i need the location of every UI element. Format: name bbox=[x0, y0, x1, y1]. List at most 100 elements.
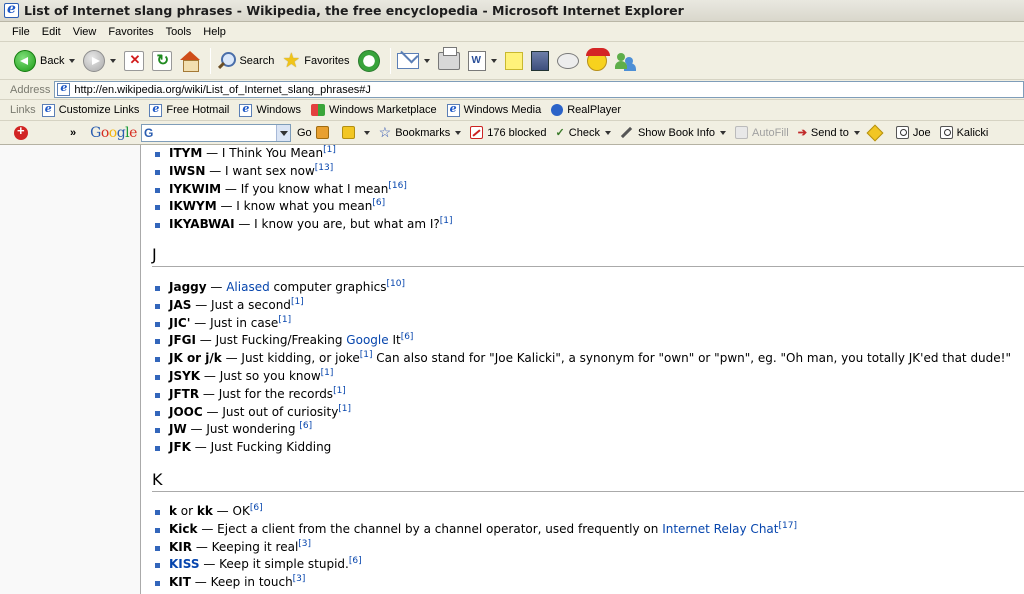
slang-term: JIC' bbox=[169, 315, 191, 330]
internet-relay-chat-link[interactable]: Internet Relay Chat bbox=[662, 522, 778, 536]
search-button[interactable]: Search bbox=[217, 46, 274, 76]
edit-dropdown-icon[interactable] bbox=[490, 58, 497, 63]
address-input[interactable]: http://en.wikipedia.org/wiki/List_of_Int… bbox=[54, 81, 1024, 98]
menu-view[interactable]: View bbox=[73, 26, 97, 38]
note-button[interactable] bbox=[504, 46, 523, 76]
link-customize-links[interactable]: Customize Links bbox=[41, 102, 139, 117]
reference-link[interactable]: [1] bbox=[278, 315, 291, 325]
section-heading-j: J bbox=[152, 245, 1024, 267]
reference-link[interactable]: [1] bbox=[360, 350, 373, 360]
back-button[interactable]: Back bbox=[14, 46, 76, 76]
send-to-button[interactable]: ➔ Send to bbox=[798, 126, 860, 139]
bookmarks-dropdown-icon[interactable] bbox=[455, 130, 462, 135]
content-border bbox=[140, 145, 141, 594]
link-free-hotmail[interactable]: Free Hotmail bbox=[149, 102, 229, 117]
home-button[interactable] bbox=[180, 46, 201, 76]
reference-link[interactable]: [1] bbox=[323, 145, 336, 155]
page-icon bbox=[57, 81, 71, 96]
popup-blocker-button[interactable]: 176 blocked bbox=[470, 126, 547, 139]
reference-link[interactable]: [3] bbox=[298, 539, 311, 549]
address-url[interactable]: http://en.wikipedia.org/wiki/List_of_Int… bbox=[74, 84, 371, 96]
history-button[interactable] bbox=[357, 46, 380, 76]
gadgets-dropdown-icon[interactable] bbox=[363, 130, 370, 135]
highlight-button[interactable] bbox=[866, 124, 887, 141]
reference-link[interactable]: [17] bbox=[778, 521, 796, 531]
reference-link[interactable]: [1] bbox=[333, 386, 346, 396]
reference-link[interactable]: [3] bbox=[293, 574, 306, 584]
slang-term: Kick bbox=[169, 521, 198, 536]
reference-link[interactable]: [1] bbox=[321, 368, 334, 378]
show-book-info-button[interactable]: Show Book Info bbox=[620, 127, 727, 139]
menu-help[interactable]: Help bbox=[203, 26, 226, 38]
gadgets-icon bbox=[341, 126, 355, 139]
google-search-input[interactable]: G bbox=[140, 123, 291, 142]
menu-file[interactable]: File bbox=[12, 26, 30, 38]
mail-button[interactable] bbox=[396, 46, 430, 76]
smiley-button[interactable] bbox=[585, 46, 610, 76]
menu-edit[interactable]: Edit bbox=[42, 26, 61, 38]
messenger-button[interactable] bbox=[614, 46, 637, 76]
list-item: IYKWIM — If you know what I mean[16] bbox=[152, 181, 1024, 199]
send-to-dropdown-icon[interactable] bbox=[853, 130, 860, 135]
link-windows[interactable]: Windows bbox=[239, 102, 301, 117]
favorites-button[interactable]: ★ Favorites bbox=[282, 46, 349, 76]
back-dropdown-icon[interactable] bbox=[69, 58, 76, 63]
favorites-label: Favorites bbox=[304, 54, 350, 67]
slang-term: JSYK bbox=[169, 368, 201, 383]
kiss-link[interactable]: KISS bbox=[169, 557, 200, 571]
google-go-button[interactable]: Go bbox=[297, 127, 312, 139]
reference-link[interactable]: [1] bbox=[338, 404, 351, 414]
bookmarks-button[interactable]: ☆ Bookmarks bbox=[379, 125, 462, 139]
google-link[interactable]: Google bbox=[346, 333, 388, 347]
google-logo[interactable]: Google bbox=[90, 125, 137, 141]
menu-favorites[interactable]: Favorites bbox=[108, 26, 153, 38]
mail-dropdown-icon[interactable] bbox=[423, 58, 430, 63]
google-search-dropdown-icon[interactable] bbox=[275, 124, 290, 141]
link-realplayer[interactable]: RealPlayer bbox=[551, 104, 621, 116]
links-bar: Links Customize Links Free Hotmail Windo… bbox=[0, 100, 1024, 121]
reference-link[interactable]: [6] bbox=[349, 556, 362, 566]
find-kalicki-button[interactable]: Kalicki bbox=[939, 126, 988, 139]
forward-dropdown-icon[interactable] bbox=[110, 58, 117, 63]
wikipedia-sidebar bbox=[0, 145, 141, 594]
list-item: JOOC — Just out of curiosity[1] bbox=[152, 404, 1024, 422]
favorites-star-icon: ★ bbox=[282, 49, 301, 72]
autofill-button[interactable]: AutoFill bbox=[735, 126, 789, 139]
reference-link[interactable]: [10] bbox=[387, 279, 405, 289]
reference-link[interactable]: [1] bbox=[440, 216, 453, 226]
link-windows-media[interactable]: Windows Media bbox=[446, 102, 541, 117]
media-button[interactable] bbox=[530, 46, 549, 76]
add-toolbar-icon[interactable] bbox=[14, 123, 28, 140]
slang-term: IKYABWAI bbox=[169, 217, 235, 232]
reference-link[interactable]: [6] bbox=[372, 198, 385, 208]
aliased-link[interactable]: Aliased bbox=[226, 280, 269, 294]
reference-link[interactable]: [16] bbox=[388, 181, 406, 191]
stop-button[interactable] bbox=[124, 46, 145, 76]
toolbar-chevron-button[interactable]: » bbox=[70, 127, 76, 139]
slang-term: JFGI bbox=[169, 333, 196, 348]
separator: — bbox=[212, 503, 233, 518]
list-item: JFTR — Just for the records[1] bbox=[152, 386, 1024, 404]
news-button[interactable] bbox=[315, 126, 333, 139]
reference-link[interactable]: [6] bbox=[299, 421, 312, 431]
find-joe-button[interactable]: Joe bbox=[895, 126, 931, 139]
forward-button[interactable] bbox=[83, 46, 117, 76]
book-info-dropdown-icon[interactable] bbox=[720, 130, 727, 135]
reference-link[interactable]: [6] bbox=[401, 332, 414, 342]
print-button[interactable] bbox=[437, 46, 460, 76]
gadgets-button[interactable] bbox=[341, 126, 370, 139]
reference-link[interactable]: [1] bbox=[291, 297, 304, 307]
slang-term: JW bbox=[169, 422, 187, 437]
spell-check-button[interactable]: ✓ Check bbox=[556, 126, 611, 139]
definition: Keeping it real bbox=[211, 539, 299, 554]
discuss-button[interactable] bbox=[556, 46, 579, 76]
definition: If you know what I mean bbox=[240, 181, 389, 196]
refresh-button[interactable] bbox=[152, 46, 173, 76]
reference-link[interactable]: [6] bbox=[250, 503, 263, 513]
menu-tools[interactable]: Tools bbox=[166, 26, 192, 38]
check-dropdown-icon[interactable] bbox=[604, 130, 611, 135]
link-windows-marketplace[interactable]: Windows Marketplace bbox=[310, 104, 437, 116]
reference-link[interactable]: [13] bbox=[315, 163, 333, 173]
search-icon bbox=[217, 51, 237, 70]
edit-button[interactable] bbox=[467, 46, 497, 76]
